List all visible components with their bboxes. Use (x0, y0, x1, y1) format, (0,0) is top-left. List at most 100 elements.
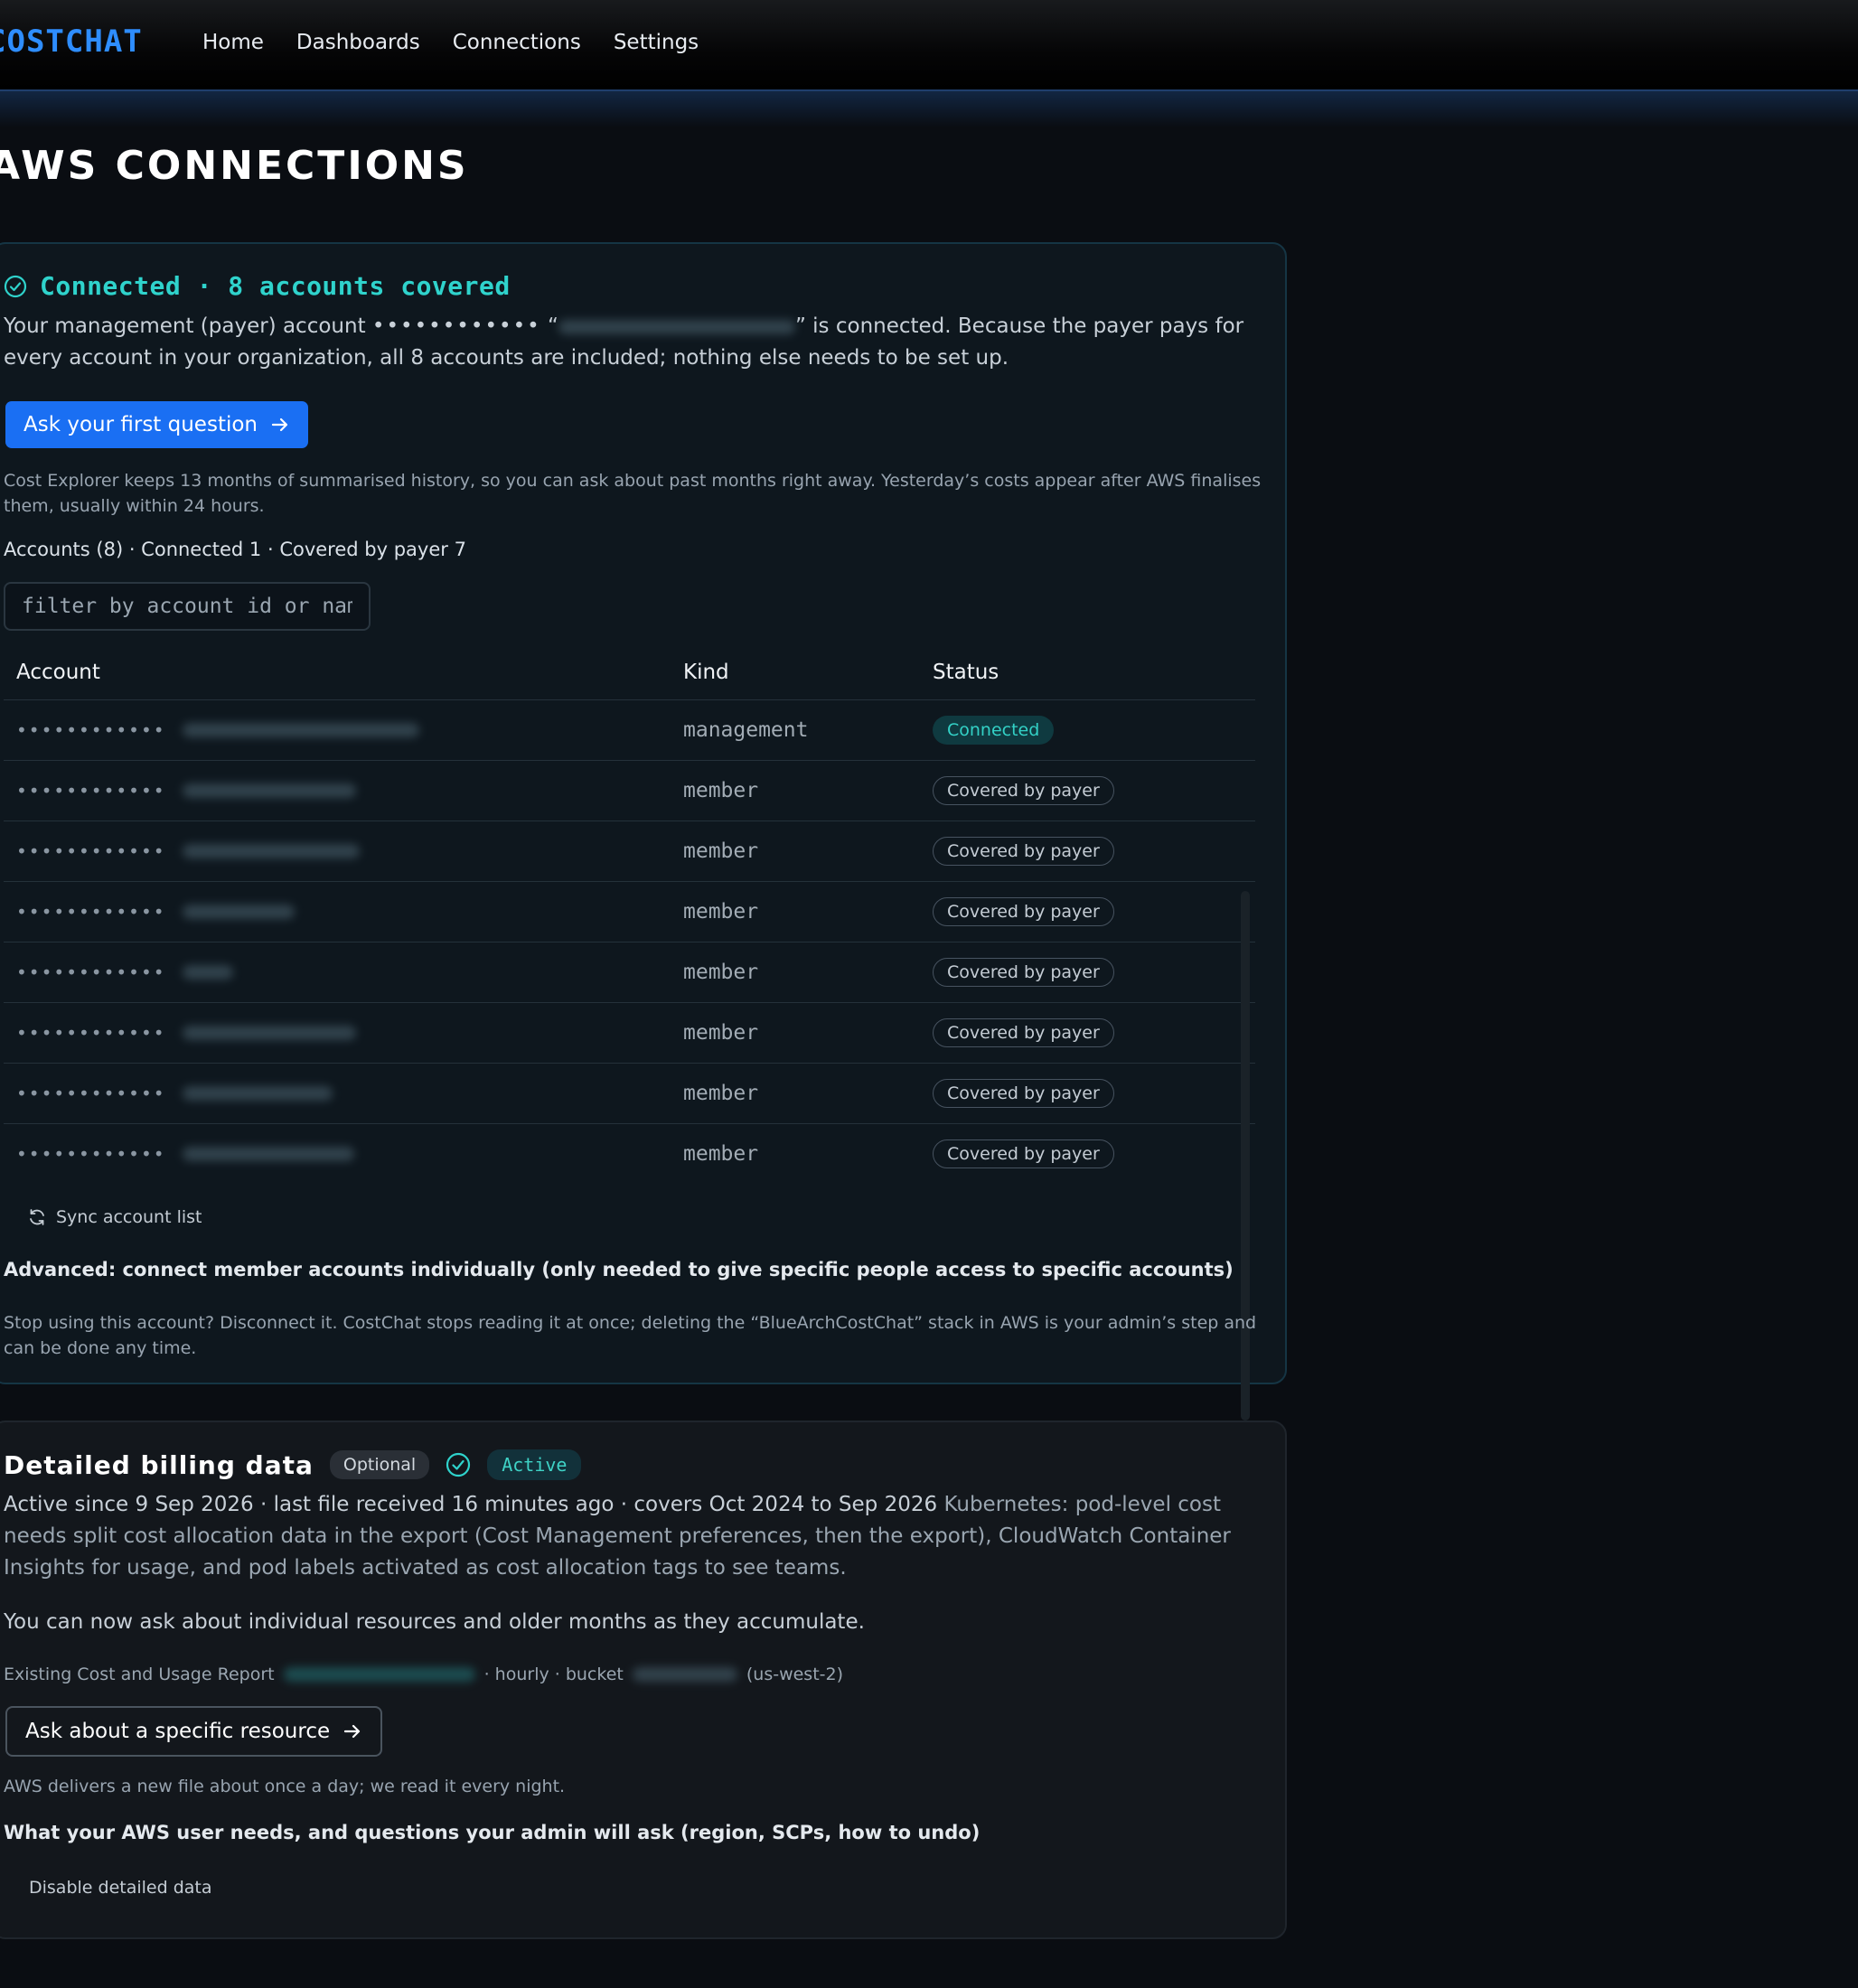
status-badge: Covered by payer (933, 1139, 1114, 1168)
account-kind: member (683, 961, 759, 984)
nav-connections[interactable]: Connections (453, 31, 581, 54)
masked-account-id: •••••••••••• (371, 314, 541, 338)
report-meta: Existing Cost and Usage Report · hourly … (4, 1664, 843, 1684)
status-header: Connected · 8 accounts covered (4, 271, 511, 301)
account-id: •••••••••••• (16, 961, 166, 983)
advanced-connect-members-toggle[interactable]: Advanced: connect member accounts indivi… (4, 1259, 1234, 1280)
account-id: •••••••••••• (16, 719, 166, 741)
billing-status-text: Active since 9 Sep 2026 · last file rece… (4, 1493, 944, 1516)
arrow-right-icon (344, 1724, 361, 1739)
account-kind: member (683, 839, 759, 863)
status-badge: Covered by payer (933, 1018, 1114, 1047)
ask-specific-resource-button[interactable]: Ask about a specific resource (5, 1706, 383, 1757)
detailed-billing-card: Detailed billing data Optional Active Ac… (0, 1421, 1287, 1939)
table-header: Account Kind Status (4, 645, 1255, 700)
sync-label: Sync account list (56, 1207, 202, 1227)
connected-description: Your management (payer) account ••••••••… (4, 311, 1269, 374)
ask-first-question-button[interactable]: Ask your first question (5, 401, 308, 448)
check-circle-icon (446, 1452, 471, 1477)
account-id: •••••••••••• (16, 901, 166, 923)
billing-title: Detailed billing data (4, 1449, 314, 1480)
arrow-right-icon (271, 417, 288, 432)
nav-glow (0, 91, 1858, 127)
redacted-account-name (182, 844, 360, 858)
account-kind: member (683, 900, 759, 924)
nav-settings[interactable]: Settings (614, 31, 699, 54)
account-kind: member (683, 1021, 759, 1045)
status-cell: Covered by payer (933, 1139, 1255, 1168)
logo[interactable]: COSTCHAT (0, 23, 143, 60)
billing-status-line: Active since 9 Sep 2026 · last file rece… (4, 1489, 1269, 1584)
delivery-note: AWS delivers a new file about once a day… (4, 1777, 566, 1796)
main-nav: Home Dashboards Connections Settings (202, 31, 699, 54)
status-cell: Covered by payer (933, 1079, 1255, 1108)
header-kind: Kind (683, 661, 729, 684)
report-meta-label: Existing Cost and Usage Report (4, 1664, 275, 1684)
description-part-a: Your management (payer) account (4, 314, 372, 338)
connection-status-card: Connected · 8 accounts covered Your mana… (0, 242, 1287, 1421)
connected-title: Connected · 8 accounts covered (40, 271, 511, 301)
ask-now-text: You can now ask about individual resourc… (4, 1610, 865, 1634)
billing-header: Detailed billing data Optional Active (4, 1449, 582, 1480)
sync-account-list-button[interactable]: Sync account list (27, 1207, 202, 1227)
account-id: •••••••••••• (16, 1083, 166, 1104)
redacted-account-name (558, 319, 795, 334)
account-cell: •••••••••••• (4, 840, 683, 862)
accounts-table: Account Kind Status •••••••••••• managem… (4, 645, 1255, 1184)
status-badge: Covered by payer (933, 837, 1114, 866)
account-kind: member (683, 779, 759, 802)
header-status: Status (933, 661, 999, 684)
ask-specific-resource-label: Ask about a specific resource (25, 1720, 331, 1743)
account-cell: •••••••••••• (4, 961, 683, 983)
quote-open: “ (540, 314, 558, 338)
account-filter-input[interactable] (4, 582, 371, 631)
nav-dashboards[interactable]: Dashboards (296, 31, 420, 54)
table-row: •••••••••••• member Covered by payer (4, 1003, 1255, 1064)
redacted-report-name (283, 1667, 475, 1682)
status-badge: Covered by payer (933, 1079, 1114, 1108)
status-cell: Covered by payer (933, 776, 1255, 805)
top-nav-bar: COSTCHAT Home Dashboards Connections Set… (0, 0, 1858, 91)
disconnect-note: Stop using this account? Disconnect it. … (4, 1313, 1257, 1358)
status-cell: Covered by payer (933, 958, 1255, 987)
nav-home[interactable]: Home (202, 31, 264, 54)
redacted-bucket-name (632, 1667, 737, 1682)
account-id: •••••••••••• (16, 780, 166, 802)
redacted-account-name (182, 1026, 356, 1040)
table-row: •••••••••••• member Covered by payer (4, 1064, 1255, 1124)
status-cell: Connected (933, 716, 1255, 745)
account-kind: management (683, 718, 809, 742)
account-cell: •••••••••••• (4, 1083, 683, 1104)
status-cell: Covered by payer (933, 897, 1255, 926)
redacted-account-name (182, 1086, 333, 1101)
account-cell: •••••••••••• (4, 719, 683, 741)
status-cell: Covered by payer (933, 1018, 1255, 1047)
table-row: •••••••••••• member Covered by payer (4, 1124, 1255, 1184)
table-row: •••••••••••• member Covered by payer (4, 942, 1255, 1003)
aws-user-needs-toggle[interactable]: What your AWS user needs, and questions … (4, 1822, 980, 1843)
redacted-account-name (182, 965, 233, 980)
redacted-account-name (182, 905, 295, 919)
account-kind: member (683, 1082, 759, 1105)
table-row: •••••••••••• management Connected (4, 700, 1255, 761)
optional-badge: Optional (329, 1450, 430, 1479)
page-title: AWS CONNECTIONS (0, 143, 469, 189)
status-badge: Covered by payer (933, 776, 1114, 805)
redacted-account-name (182, 783, 356, 798)
table-row: •••••••••••• member Covered by payer (4, 821, 1255, 882)
active-badge: Active (487, 1449, 582, 1480)
redacted-account-name (182, 1147, 354, 1161)
disable-detailed-data-button[interactable]: Disable detailed data (29, 1878, 212, 1898)
account-kind: member (683, 1142, 759, 1166)
table-row: •••••••••••• member Covered by payer (4, 882, 1255, 942)
account-id: •••••••••••• (16, 1143, 166, 1165)
account-cell: •••••••••••• (4, 780, 683, 802)
account-id: •••••••••••• (16, 1022, 166, 1044)
account-cell: •••••••••••• (4, 1143, 683, 1165)
table-row: •••••••••••• member Covered by payer (4, 761, 1255, 821)
status-badge: Covered by payer (933, 958, 1114, 987)
redacted-account-name (182, 723, 419, 737)
report-meta-frequency: · hourly · bucket (483, 1664, 624, 1684)
account-cell: •••••••••••• (4, 901, 683, 923)
status-cell: Covered by payer (933, 837, 1255, 866)
